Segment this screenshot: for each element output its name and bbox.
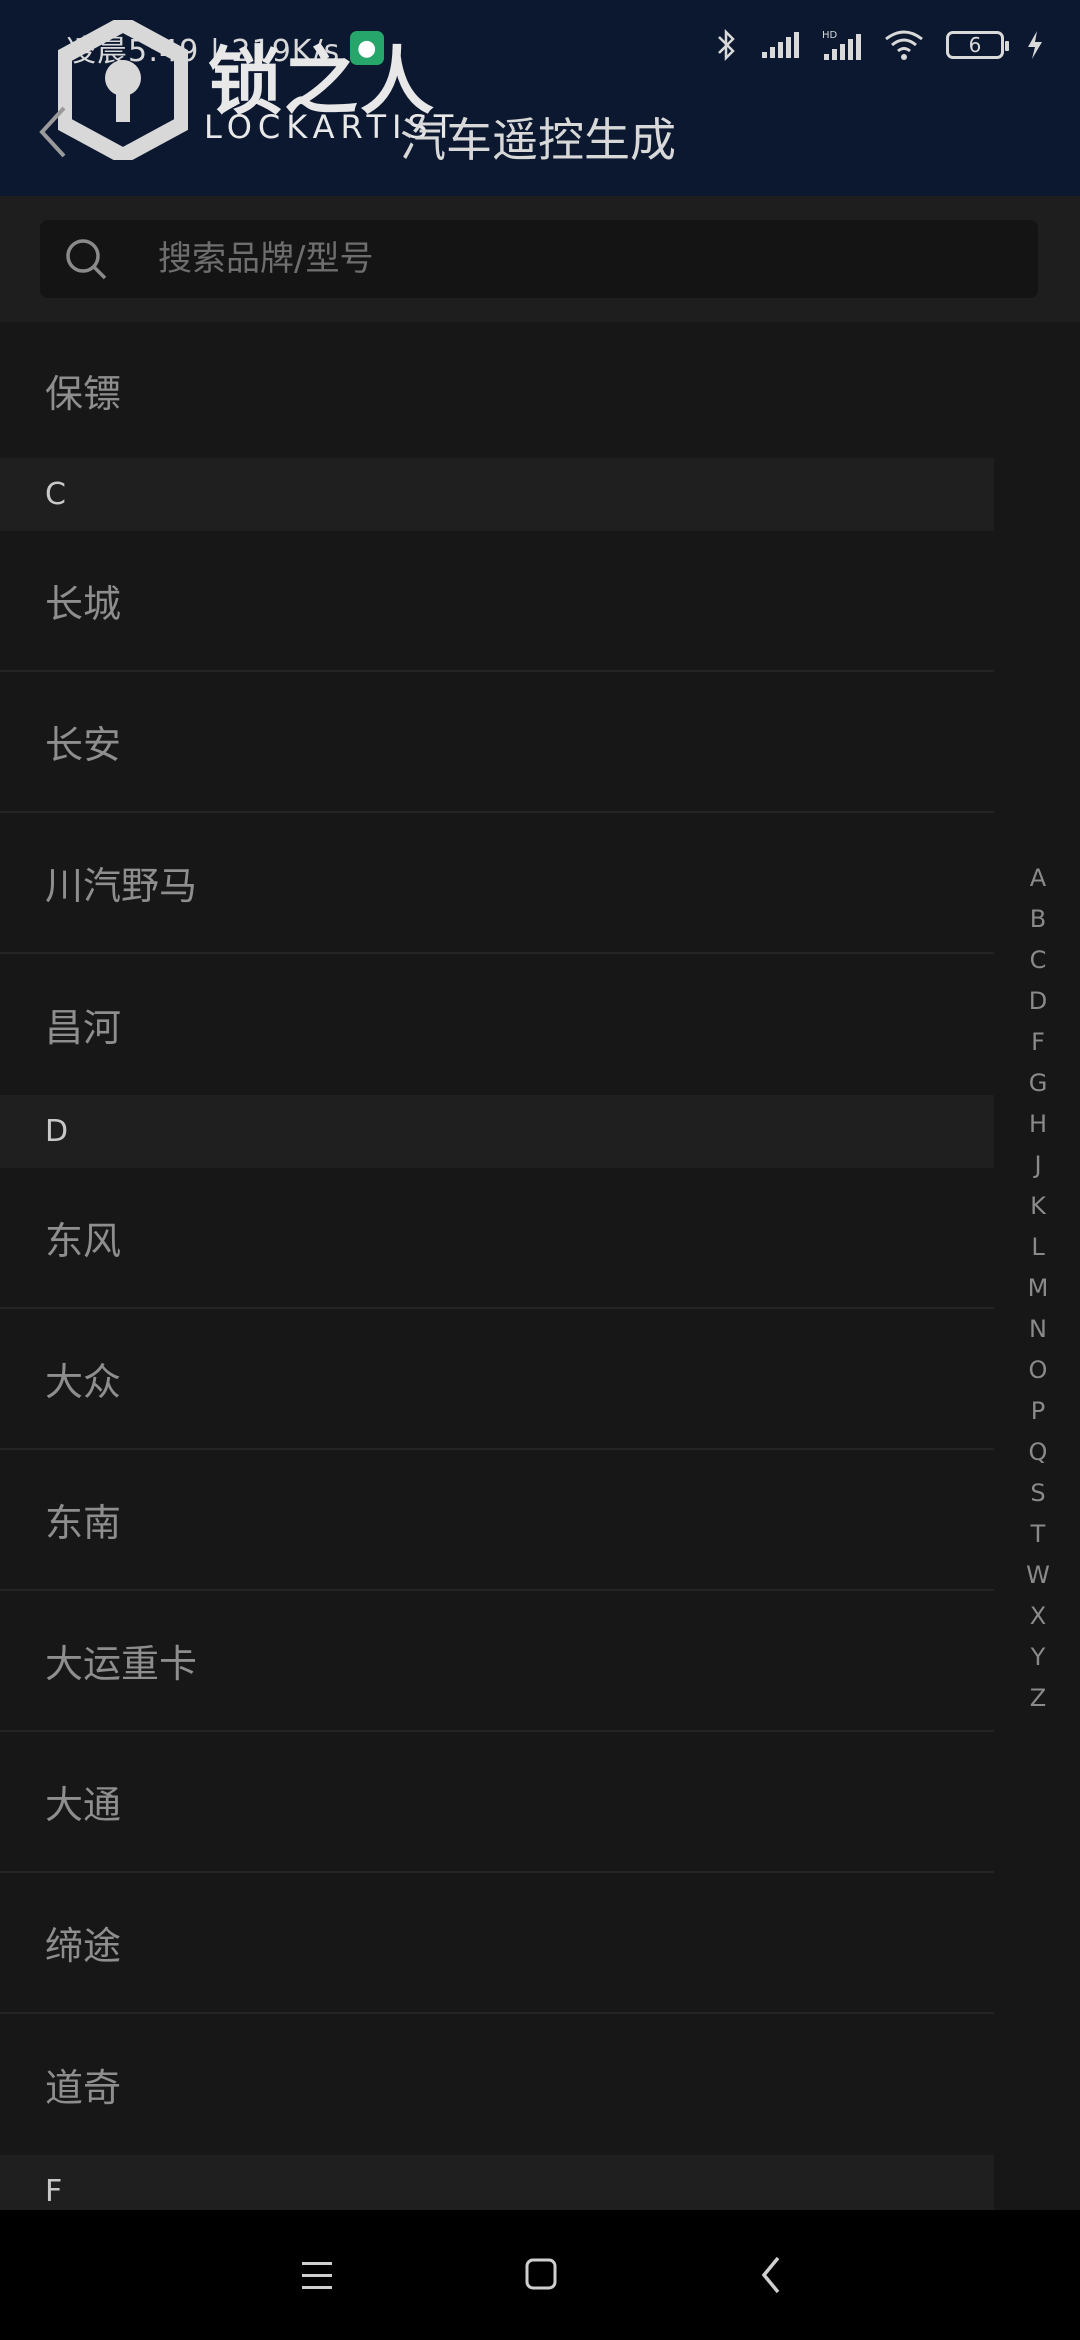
index-letter[interactable]: O [1029,1350,1048,1391]
logo-mark-icon [58,20,188,160]
index-letter[interactable]: W [1026,1555,1050,1596]
index-letter[interactable]: Z [1030,1678,1046,1719]
brand-list: 保镖 C 长城 长安 川汽野马 昌河 D 东风 大众 东南 大运重卡 大通 缔途… [0,322,994,2228]
index-letter[interactable]: H [1029,1104,1047,1145]
list-item-label: 大众 [45,1360,122,1404]
list-item-label: 昌河 [45,1006,122,1050]
status-bar-right: HD 6 [716,28,1044,62]
list-item-label: 道奇 [45,2066,122,2110]
list-item-label: 保镖 [45,371,122,416]
list-item-label: 长安 [45,723,122,767]
index-letter[interactable]: M [1028,1268,1049,1309]
hd-signal-icon: HD [822,30,861,60]
search-box[interactable] [40,220,1038,298]
index-letter[interactable]: K [1030,1186,1046,1227]
back-button[interactable] [34,100,74,164]
search-bar [0,196,1080,322]
list-item[interactable]: 昌河 [0,954,994,1095]
home-icon[interactable] [524,2250,558,2300]
signal-icon [762,32,799,58]
charging-icon [1028,31,1042,59]
page-title: 汽车遥控生成 [400,113,676,167]
list-item[interactable]: 道奇 [0,2014,994,2155]
list-item[interactable]: 东风 [0,1168,994,1309]
list-item[interactable]: 大运重卡 [0,1591,994,1732]
index-letter[interactable]: C [1030,940,1047,981]
section-letter: D [45,1114,69,1149]
index-letter[interactable]: Q [1029,1432,1048,1473]
bluetooth-icon [718,28,735,62]
section-header: D [0,1095,994,1168]
list-item[interactable]: 川汽野马 [0,813,994,954]
list-item[interactable]: 长城 [0,531,994,672]
battery-level: 6 [968,33,982,57]
list-item-label: 长城 [45,582,122,626]
index-letter[interactable]: Y [1031,1637,1046,1678]
index-letter[interactable]: A [1030,858,1046,899]
svg-text:HD: HD [822,30,838,41]
index-letter[interactable]: P [1031,1391,1045,1432]
list-item[interactable]: 长安 [0,672,994,813]
list-item[interactable]: 保镖 [0,322,994,458]
section-header: C [0,458,994,531]
index-letter[interactable]: B [1030,899,1046,940]
list-item-label: 东南 [45,1501,122,1545]
list-item-label: 缔途 [45,1924,122,1968]
list-item[interactable]: 缔途 [0,1873,994,2014]
battery-icon: 6 [946,31,1009,59]
index-letter[interactable]: S [1030,1473,1045,1514]
list-item[interactable]: 大众 [0,1309,994,1450]
index-letter[interactable]: T [1031,1514,1046,1555]
list-item-label: 大运重卡 [45,1642,198,1686]
list-item[interactable]: 东南 [0,1450,994,1591]
index-letter[interactable]: X [1030,1596,1046,1637]
menu-icon[interactable] [300,2250,334,2300]
search-input[interactable] [158,239,998,279]
index-letter[interactable]: N [1029,1309,1047,1350]
index-letter[interactable]: D [1029,981,1047,1022]
back-nav-icon[interactable] [756,2250,790,2300]
wifi-icon [885,30,923,60]
index-letter[interactable]: J [1034,1145,1041,1186]
list-item[interactable]: 大通 [0,1732,994,1873]
list-item-label: 川汽野马 [45,864,198,908]
list-item-label: 东风 [45,1219,122,1263]
alphabet-index-bar[interactable]: ABCDFGHJKLMNOPQSTWXYZ [1010,858,1066,1719]
index-letter[interactable]: F [1031,1022,1045,1063]
list-item-label: 大通 [45,1783,122,1827]
index-letter[interactable]: L [1031,1227,1044,1268]
system-nav-bar [0,2210,1080,2340]
app-header: 凌晨5:49 | 219K/s ● HD 6 锁之人 LOCKARTIST 汽车… [0,0,1080,196]
search-icon [64,237,108,281]
section-letter: F [45,2174,63,2209]
section-letter: C [45,477,66,512]
index-letter[interactable]: G [1029,1063,1048,1104]
